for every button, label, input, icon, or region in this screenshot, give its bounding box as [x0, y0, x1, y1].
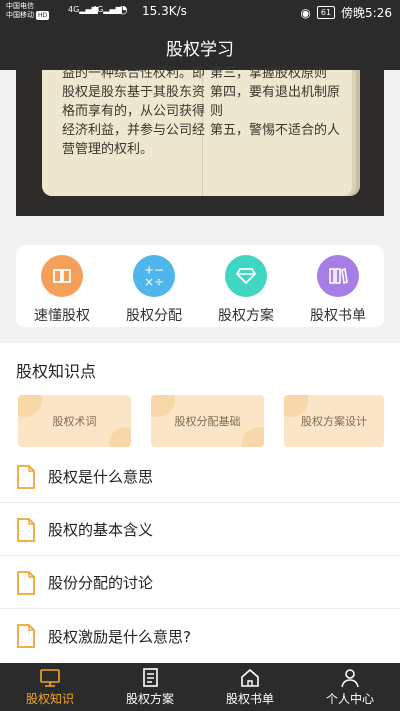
book-illustration: 益的一种综合性权利。即股权是股东基于其股东资格而享有的，从公司获得经济利益，并参…: [42, 66, 352, 196]
eye-icon: ◉: [300, 5, 311, 20]
chip-decoration: [18, 395, 42, 417]
bottom-nav: 股权知识 股权方案 股权书单 个人中心: [0, 663, 400, 711]
book-left-page: 益的一种综合性权利。即股权是股东基于其股东资格而享有的，从公司获得经济利益，并参…: [62, 66, 206, 157]
diamond-icon: [225, 255, 267, 297]
document-icon: [17, 517, 35, 542]
chip-terms[interactable]: 股权术词: [18, 395, 131, 447]
nav-tab-profile[interactable]: 个人中心: [300, 663, 400, 711]
document-icon: [17, 624, 35, 648]
category-item-quick[interactable]: 速懂股权: [22, 255, 102, 325]
category-card: 速懂股权 +− ×÷ 股权分配 股权方案 股权书单: [16, 245, 384, 327]
list-item-label: 股权的基本含义: [48, 521, 154, 539]
category-item-distribution[interactable]: +− ×÷ 股权分配: [114, 255, 194, 325]
banner[interactable]: 益的一种综合性权利。即股权是股东基于其股东资格而享有的，从公司获得经济利益，并参…: [0, 66, 400, 230]
books-icon: [317, 255, 359, 297]
list-item-label: 股份分配的讨论: [48, 574, 154, 592]
calculator-icon: +− ×÷: [133, 255, 175, 297]
section-title: 股权知识点: [16, 362, 97, 381]
list-item[interactable]: 股权激励是什么意思?: [0, 610, 400, 662]
carrier-info: 中国电信 中国移动 HD: [6, 2, 50, 20]
nav-label: 个人中心: [325, 691, 374, 706]
category-item-plan[interactable]: 股权方案: [206, 255, 286, 325]
status-time: 傍晚5:26: [341, 6, 392, 20]
list-item-label: 股权是什么意思: [48, 468, 154, 486]
nav-tab-plan[interactable]: 股权方案: [100, 663, 200, 711]
nav-label: 股权知识: [25, 691, 74, 706]
carrier-2: 中国移动: [6, 11, 34, 19]
banner-image[interactable]: 益的一种综合性权利。即股权是股东基于其股东资格而享有的，从公司获得经济利益，并参…: [16, 66, 384, 216]
battery-icon: 61: [316, 6, 336, 19]
document-icon: [17, 570, 35, 595]
book-right-page: 第三，掌握股权原则 第四，要有退出机制原则 第五，警惕不适合的人: [210, 66, 341, 138]
document-icon: [143, 667, 158, 687]
chip-decoration: [109, 427, 131, 447]
nav-label: 股权方案: [125, 691, 174, 706]
chip-label: 股权分配基础: [174, 415, 241, 428]
chip-plan-design[interactable]: 股权方案设计: [284, 395, 384, 447]
nav-tab-knowledge[interactable]: 股权知识: [0, 663, 100, 711]
book-icon: [41, 255, 83, 297]
carrier-1: 中国电信: [6, 2, 34, 10]
chip-distribution-basics[interactable]: 股权分配基础: [151, 395, 264, 447]
user-icon: [341, 668, 359, 687]
nav-tab-booklist[interactable]: 股权书单: [200, 663, 300, 711]
page-title: 股权学习: [166, 39, 234, 60]
home-icon: [241, 668, 259, 687]
chip-label: 股权术词: [52, 415, 97, 428]
chip-label: 股权方案设计: [301, 415, 367, 428]
list-item[interactable]: 股权的基本含义: [0, 504, 400, 556]
wifi-icon: ◔: [118, 3, 128, 16]
category-label: 股权书单: [310, 308, 366, 324]
network-speed: 15.3K/s: [142, 4, 187, 18]
list-item-label: 股权激励是什么意思?: [48, 627, 191, 646]
chip-decoration: [242, 427, 264, 447]
monitor-icon: [40, 668, 60, 687]
knowledge-section: 股权知识点 股权术词 股权分配基础 股权方案设计 股权是什么意思 股权的基本含义…: [0, 343, 400, 663]
hd-badge: HD: [36, 11, 50, 20]
category-label: 速懂股权: [34, 308, 90, 324]
category-label: 股权方案: [218, 308, 274, 324]
category-item-booklist[interactable]: 股权书单: [298, 255, 378, 325]
status-bar: 中国电信 中国移动 HD 4G▂▄▆ 4G▂▄▆ ◔ 15.3K/s ◉ 61 傍…: [0, 0, 400, 24]
chip-decoration: [151, 395, 175, 417]
list-item[interactable]: 股份分配的讨论: [0, 557, 400, 609]
document-icon: [17, 464, 35, 489]
nav-label: 股权书单: [225, 691, 274, 706]
category-label: 股权分配: [126, 308, 182, 324]
list-item[interactable]: 股权是什么意思: [0, 451, 400, 503]
